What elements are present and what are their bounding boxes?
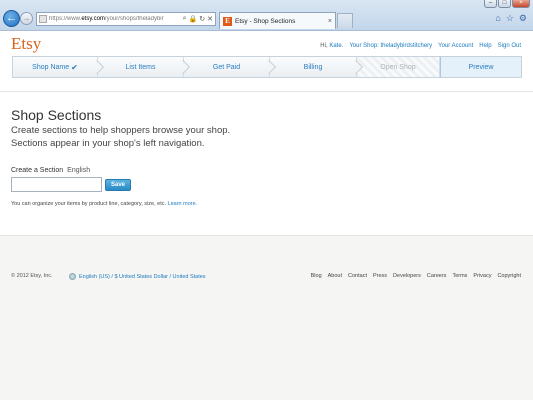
step-list-items[interactable]: List Items xyxy=(98,57,191,77)
close-window-button[interactable]: × xyxy=(512,0,530,8)
window-controls: – □ × xyxy=(484,0,530,8)
minimize-button[interactable]: – xyxy=(484,0,497,8)
home-icon[interactable]: ⌂ xyxy=(495,13,500,24)
new-tab-button[interactable] xyxy=(337,13,353,28)
help-description: You can organize your items by product l… xyxy=(11,201,166,207)
divider xyxy=(0,91,533,92)
maximize-button[interactable]: □ xyxy=(498,0,511,8)
step-label: Billing xyxy=(303,63,323,71)
locale-text[interactable]: English (US) / $ United States Dollar / … xyxy=(79,274,206,280)
footer-links: Blog About Contact Press Developers Care… xyxy=(311,273,521,279)
back-arrow-icon: ← xyxy=(6,12,17,24)
stop-icon[interactable]: ✕ xyxy=(207,15,213,23)
close-tab-icon[interactable]: × xyxy=(328,18,332,25)
footer-link-terms[interactable]: Terms xyxy=(452,273,467,279)
page-title: Shop Sections xyxy=(11,107,102,123)
step-label: Preview xyxy=(468,63,494,71)
search-icon[interactable]: ⌕ xyxy=(183,15,187,23)
language-label: English xyxy=(67,167,91,174)
browser-tools: ⌂ ☆ ⚙ xyxy=(495,13,527,24)
step-get-paid[interactable]: Get Paid xyxy=(184,57,277,77)
address-url[interactable]: https://www.etsy.com/your/shops/theladyb… xyxy=(49,16,181,22)
subtitle-line: Sections appear in your shop's left navi… xyxy=(11,138,205,149)
favorites-star-icon[interactable]: ☆ xyxy=(506,13,514,24)
footer-link-press[interactable]: Press xyxy=(373,273,387,279)
step-billing[interactable]: Billing xyxy=(270,57,364,77)
footer-link-developers[interactable]: Developers xyxy=(393,273,421,279)
step-label: List Items xyxy=(125,63,156,71)
create-section-label: Create a Section English xyxy=(11,167,90,174)
footer-link-contact[interactable]: Contact xyxy=(348,273,367,279)
address-bar[interactable]: https://www.etsy.com/your/shops/theladyb… xyxy=(36,12,216,26)
etsy-favicon-icon: E xyxy=(223,16,232,26)
preview-button[interactable]: Preview xyxy=(440,57,521,77)
greeting: Hi, Kate. xyxy=(320,43,344,49)
footer-link-about[interactable]: About xyxy=(328,273,342,279)
forward-arrow-icon: → xyxy=(22,14,31,23)
footer-link-careers[interactable]: Careers xyxy=(427,273,447,279)
footer-link-blog[interactable]: Blog xyxy=(311,273,322,279)
copyright: © 2012 Etsy, Inc. xyxy=(11,273,53,279)
browser-toolbar: – □ × ← → https://www.etsy.com/your/shop… xyxy=(0,0,533,31)
browser-tab[interactable]: E Etsy - Shop Sections × xyxy=(219,12,336,29)
refresh-icon[interactable]: ↻ xyxy=(199,15,205,23)
learn-more-link[interactable]: Learn more. xyxy=(168,201,198,207)
locale-settings[interactable]: English (US) / $ United States Dollar / … xyxy=(69,273,206,280)
step-open-shop: Open Shop xyxy=(357,57,440,77)
footer-link-copyright[interactable]: Copyright xyxy=(497,273,521,279)
section-name-input[interactable] xyxy=(11,177,102,192)
step-label: Get Paid xyxy=(212,63,241,71)
step-shop-name[interactable]: Shop Name ✔ xyxy=(13,57,105,77)
subtitle-line: Create sections to help shoppers browse … xyxy=(11,125,231,136)
page-icon xyxy=(39,15,47,23)
your-account-link[interactable]: Your Account xyxy=(438,43,473,49)
sign-out-link[interactable]: Sign Out xyxy=(498,43,521,49)
checkmark-icon: ✔ xyxy=(71,62,78,72)
footer-link-privacy[interactable]: Privacy xyxy=(473,273,491,279)
step-label: Shop Name xyxy=(32,63,70,71)
help-link[interactable]: Help xyxy=(479,43,491,49)
help-text: You can organize your items by product l… xyxy=(11,201,197,207)
save-button[interactable]: Save xyxy=(105,179,131,191)
gear-icon[interactable]: ⚙ xyxy=(519,13,527,24)
user-link[interactable]: Kate. xyxy=(329,43,343,49)
globe-icon xyxy=(69,273,76,280)
lock-icon[interactable]: 🔒 xyxy=(189,15,198,23)
create-section-text: Create a Section xyxy=(11,167,64,174)
your-shop-link[interactable]: Your Shop: theladybirdstitchery xyxy=(349,43,432,49)
account-nav: Hi, Kate. Your Shop: theladybirdstitcher… xyxy=(320,43,521,49)
etsy-logo[interactable]: Etsy xyxy=(11,34,41,54)
shop-setup-steps: Shop Name ✔ List Items Get Paid Billing O… xyxy=(12,56,522,78)
page-subtitle: Create sections to help shoppers browse … xyxy=(11,124,230,150)
back-button[interactable]: ← xyxy=(3,10,20,27)
step-label: Open Shop xyxy=(380,63,416,71)
forward-button[interactable]: → xyxy=(20,12,33,25)
footer: © 2012 Etsy, Inc. English (US) / $ Unite… xyxy=(0,235,533,400)
tab-title: Etsy - Shop Sections xyxy=(235,17,296,25)
